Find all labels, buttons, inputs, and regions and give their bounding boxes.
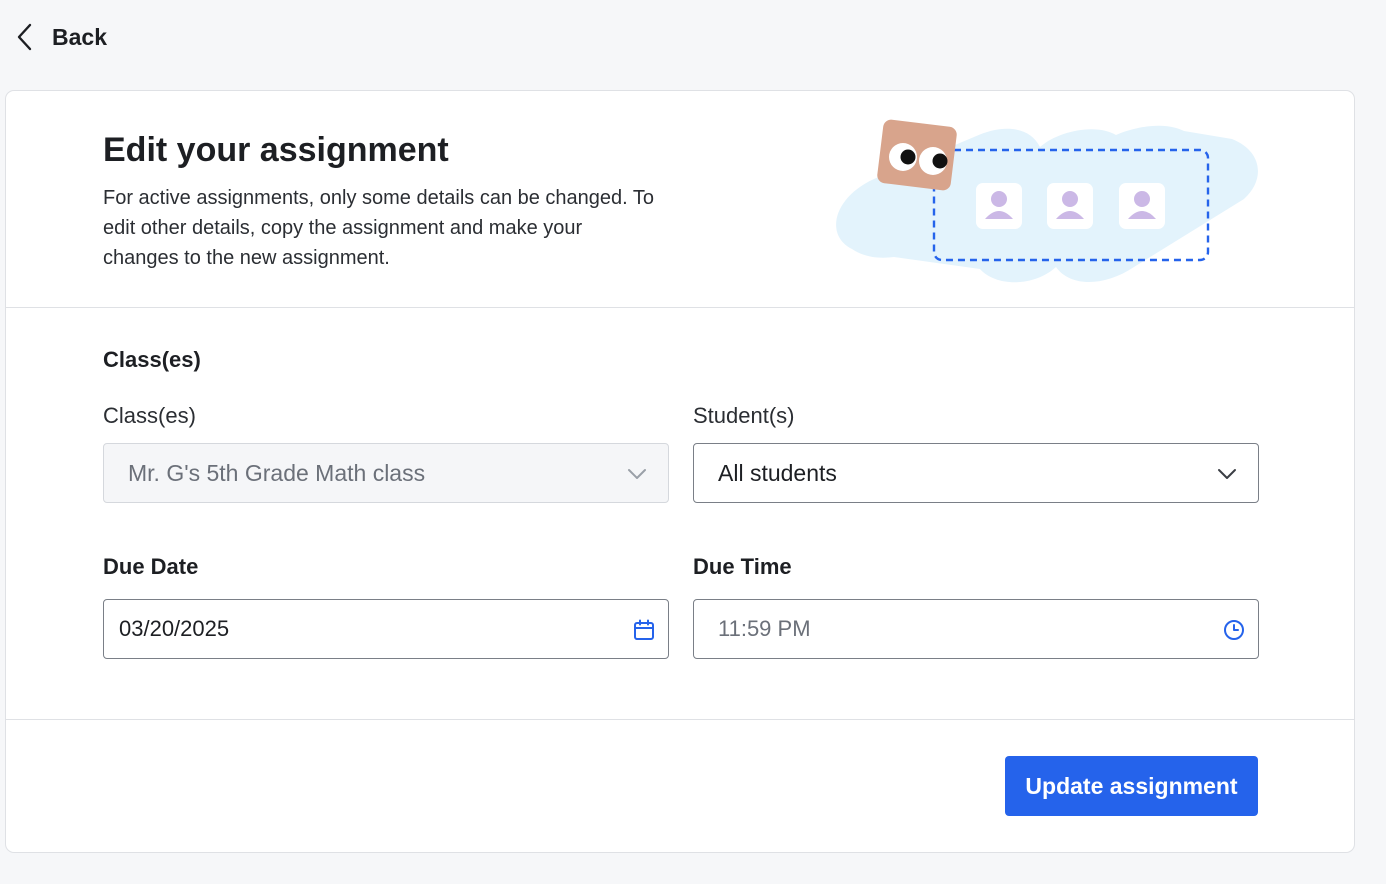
due-date-input[interactable]: 03/20/2025 <box>103 599 669 659</box>
class-illustration <box>836 119 1258 283</box>
chevron-left-icon <box>17 23 32 51</box>
update-assignment-button[interactable]: Update assignment <box>1005 756 1258 816</box>
classes-select-value: Mr. G's 5th Grade Math class <box>128 459 426 486</box>
due-date-label: Due Date <box>103 554 199 579</box>
footer-divider <box>6 719 1354 720</box>
edit-assignment-card: Edit your assignment For active assignme… <box>5 90 1355 853</box>
back-button[interactable]: Back <box>14 20 107 54</box>
student-tiles <box>976 183 1165 229</box>
calendar-icon[interactable] <box>632 618 656 642</box>
back-label: Back <box>52 23 107 50</box>
page-title: Edit your assignment <box>103 131 449 169</box>
clock-icon[interactable] <box>1222 618 1246 642</box>
classes-select: Mr. G's 5th Grade Math class <box>103 443 669 503</box>
section-title-classes: Class(es) <box>103 347 201 372</box>
character-icon <box>877 119 957 191</box>
chevron-down-icon <box>1218 469 1236 479</box>
due-date-value: 03/20/2025 <box>119 616 230 641</box>
chevron-down-icon <box>628 469 646 479</box>
header-divider <box>6 307 1354 308</box>
due-time-label: Due Time <box>693 554 792 579</box>
classes-label: Class(es) <box>103 403 196 428</box>
students-label: Student(s) <box>693 403 795 428</box>
due-time-input[interactable]: 11:59 PM <box>693 599 1259 659</box>
card-header: Edit your assignment For active assignme… <box>6 91 1354 308</box>
students-select-value: All students <box>718 459 837 486</box>
page-description: For active assignments, only some detail… <box>103 187 655 269</box>
students-select[interactable]: All students <box>693 443 1259 503</box>
due-time-value: 11:59 PM <box>718 616 811 641</box>
